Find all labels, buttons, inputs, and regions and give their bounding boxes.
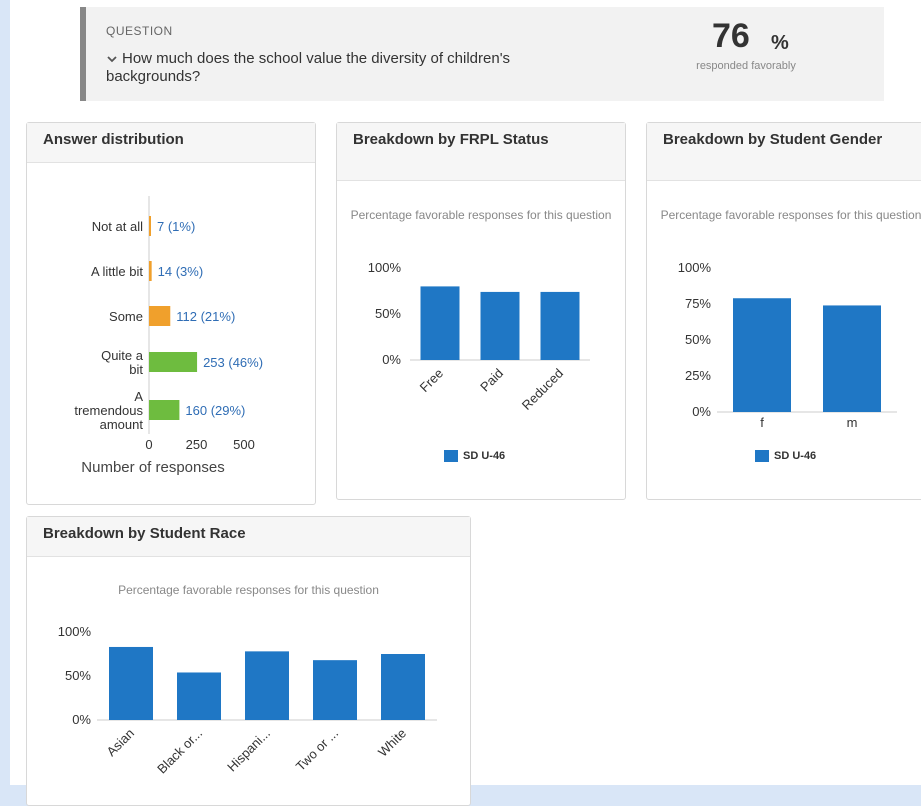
y-tick-label: 100%: [678, 260, 712, 275]
question-text: How much does the school value the diver…: [106, 50, 511, 85]
bar: [109, 646, 153, 720]
chart-subtitle: Percentage favorable responses for this …: [118, 583, 379, 597]
data-label: 112 (21%): [176, 309, 235, 324]
data-label: 7 (1%): [157, 219, 195, 234]
x-tick-label: Free: [417, 366, 447, 396]
race-chart: 0% 50% 100% Asian Black or... Hispani... Two o…: [58, 624, 437, 777]
legend-label: SD U-46: [463, 450, 506, 462]
question-card: QUESTION How much does the school value …: [80, 7, 884, 101]
panel-title: Breakdown by FRPL Status: [337, 123, 625, 181]
chevron-down-icon[interactable]: [106, 53, 118, 65]
x-tick-label: f: [760, 415, 764, 430]
x-tick-label: m: [847, 415, 858, 430]
x-tick-label: Asian: [104, 726, 138, 760]
bar: [381, 654, 425, 720]
panel-title: Answer distribution: [27, 123, 315, 163]
frpl-chart: 0% 50% 100% Free Paid Reduced: [368, 260, 590, 413]
chart-subtitle: Percentage favorable responses for this …: [350, 208, 612, 222]
y-tick-label: 100%: [58, 624, 92, 639]
favorable-percent: 76: [712, 17, 750, 55]
data-label: 14 (3%): [158, 264, 204, 279]
chart-legend[interactable]: SD U-46: [755, 450, 816, 462]
x-tick-label: Reduced: [519, 366, 566, 413]
y-tick-label: 50%: [65, 668, 91, 683]
x-axis-title: Number of responses: [81, 459, 224, 476]
gender-chart: 0% 25% 50% 75% 100% f m: [678, 260, 897, 430]
bar: [149, 216, 151, 236]
y-tick-label: 25%: [685, 368, 711, 383]
category-label: Not at all: [92, 219, 143, 234]
legend-swatch: [755, 450, 769, 462]
y-tick-label: 50%: [375, 306, 401, 321]
category-label: Atremendous amount: [74, 389, 143, 432]
x-tick-label: Black or...: [154, 726, 205, 777]
y-tick-label: 75%: [685, 296, 711, 311]
x-tick-label: Two or ...: [293, 726, 341, 774]
x-tick-label: 0: [145, 437, 152, 452]
x-tick-label: 500: [233, 437, 255, 452]
bar: [733, 298, 791, 412]
answer-distribution-chart: Not at all 7 (1%) A little bit 14 (3%) Some 1…: [74, 196, 263, 476]
bar: [823, 305, 881, 412]
favorable-caption: responded favorably: [696, 60, 796, 72]
bar: [245, 651, 289, 720]
panel-title: Breakdown by Student Race: [27, 517, 470, 557]
panel-title: Breakdown by Student Gender: [647, 123, 921, 181]
y-tick-label: 0%: [692, 404, 711, 419]
question-label: QUESTION: [106, 24, 173, 38]
bar: [540, 291, 580, 360]
x-tick-label: Hispani...: [224, 726, 273, 775]
bar: [420, 286, 460, 360]
category-label: Quite a bit: [101, 348, 144, 377]
legend-swatch: [444, 450, 458, 462]
question-text-container[interactable]: How much does the school value the diver…: [106, 50, 536, 86]
bar: [480, 291, 520, 360]
bar: [149, 400, 180, 420]
answer-distribution-panel: Answer distribution Not at all 7 (1%) A li…: [26, 122, 316, 505]
bar: [177, 672, 221, 720]
frpl-breakdown-panel: Breakdown by FRPL Status Percentage favo…: [336, 122, 626, 500]
bar: [149, 261, 152, 281]
category-label: Some: [109, 309, 143, 324]
category-label: A little bit: [91, 264, 143, 279]
y-tick-label: 0%: [72, 712, 91, 727]
y-tick-label: 100%: [368, 260, 402, 275]
gender-breakdown-panel: Breakdown by Student Gender Percentage f…: [646, 122, 921, 500]
chart-subtitle: Percentage favorable responses for this …: [660, 208, 921, 222]
race-breakdown-panel: Breakdown by Student Race Percentage fav…: [26, 516, 471, 806]
data-label: 253 (46%): [203, 355, 263, 370]
x-tick-label: White: [375, 726, 409, 760]
bar: [149, 352, 198, 372]
x-tick-label: Paid: [477, 366, 506, 395]
bar: [313, 660, 357, 720]
x-tick-label: 250: [186, 437, 208, 452]
legend-label: SD U-46: [774, 450, 817, 462]
bar: [149, 306, 171, 326]
favorable-percent-sign: %: [771, 32, 789, 54]
chart-legend[interactable]: SD U-46: [444, 450, 505, 462]
y-tick-label: 50%: [685, 332, 711, 347]
y-tick-label: 0%: [382, 352, 401, 367]
data-label: 160 (29%): [185, 403, 245, 418]
